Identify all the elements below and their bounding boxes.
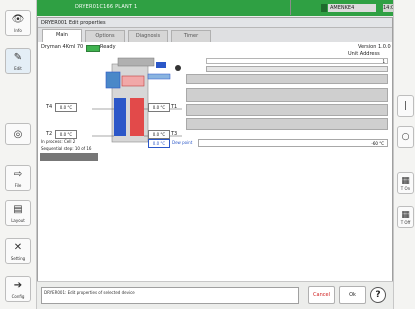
pencil-icon: ✎ [13,52,23,63]
setting-label: Setting [10,256,26,261]
status-message: DRYER001: Edit properties of selected de… [41,287,299,304]
power-off-button[interactable]: ○ [397,126,414,148]
timer-off-icon: ▦ [401,210,410,220]
alarm-button[interactable]: ◎ [5,123,31,145]
bottom-bar: DRYER001: Edit properties of selected de… [37,281,393,309]
t4-label: T4 [46,104,53,110]
trend-bar-3 [186,104,388,116]
dew-point-field: -60 °C [198,139,388,147]
device-model-label: Dryman 4Kml 70 [41,44,84,50]
user-icon [321,4,327,12]
unit-address-label: Unit Address [348,51,380,57]
edit-button[interactable]: ✎ Edit [5,48,31,74]
info-button[interactable]: 👁 Info [5,10,31,36]
cold-cell [114,98,126,136]
t3-value: 0.0 °C [148,130,170,139]
document-icon: ▤ [13,204,23,215]
fan-motor [175,65,181,71]
power-off-icon: ○ [401,132,410,142]
t1-value: 0.0 °C [148,103,170,112]
right-toolbar: | ○ ▦ T On ▦ T Off [393,0,415,309]
in-process-text: In process: Cell 2 [41,139,76,144]
eye-icon: 👁 [11,14,25,25]
left-toolbar: 👁 Info ✎ Edit ◎ ⇨ File ▤ Layout ✕ Settin… [0,0,37,309]
blower-unit [105,71,121,89]
timer-on-button[interactable]: ▦ T On [397,172,414,194]
cancel-button[interactable]: Cancel [308,286,335,304]
tab-main[interactable]: Main [42,29,82,42]
file-label: File [14,183,22,188]
tab-diagnosis[interactable]: Diagnosis [128,30,168,42]
trend-bar-2 [186,88,388,102]
t1-label: T1 [171,104,178,110]
heater-block [121,75,145,87]
power-on-icon: | [403,101,408,111]
hot-cell [130,98,144,136]
ready-status: Ready [100,44,116,50]
tab-bar: Main Options Diagnosis Timer [38,28,392,42]
layout-label: Layout [11,218,25,223]
user-field[interactable]: AMENKE4 [328,4,376,12]
edit-label: Edit [14,66,22,71]
dew-value: 0.0 °C [148,139,170,148]
dew-point-label: Dew point [172,140,193,145]
t4-value: 0.0 °C [55,103,77,112]
titlebar-divider [290,0,291,15]
login-icon: ➔ [13,280,23,291]
timer-off-button[interactable]: ▦ T Off [397,206,414,228]
trend-bar-4 [186,118,388,130]
t3-label: T3 [171,131,178,137]
trend-bar-1 [186,74,388,84]
setting-button[interactable]: ✕ Setting [5,238,31,264]
timer-on-label: T On [400,186,411,191]
sequence-step-text: Sequential step: 10 of 16 [41,146,92,151]
edit-properties-dialog: DRYER001 Edit properties Main Options Di… [37,17,393,293]
timer-off-label: T Off [400,220,411,225]
info-label: Info [14,28,22,33]
t2-value: 0.0 °C [55,130,77,139]
help-button[interactable]: ? [370,287,386,303]
outlet-pipe [147,73,171,80]
window-titlebar: DRYER01C166 PLANT 1 AMENKE4 14:03:21 [37,0,405,16]
ok-button[interactable]: Ok [339,286,366,304]
tab-options[interactable]: Options [85,30,125,42]
config-button[interactable]: ➔ Config [5,276,31,302]
timer-on-icon: ▦ [401,176,410,186]
tools-icon: ✕ [13,242,23,253]
config-label: Config [11,294,25,299]
file-button[interactable]: ⇨ File [5,165,31,191]
version-text: Version 1.0.0 [358,44,391,50]
tab-timer[interactable]: Timer [171,30,211,42]
file-icon: ⇨ [13,169,23,180]
ready-indicator [86,45,100,52]
layout-button[interactable]: ▤ Layout [5,200,31,226]
top-duct [117,57,155,67]
info-field-1 [206,66,388,72]
dialog-title: DRYER001 Edit properties [38,18,392,28]
window-title: DRYER01C166 PLANT 1 [75,4,138,10]
t2-label: T2 [46,131,53,137]
unit-address-field[interactable]: 1 [206,58,388,64]
power-on-button[interactable]: | [397,95,414,117]
alarm-icon: ◎ [13,129,23,140]
sequence-progress [40,153,98,161]
filter [156,62,166,68]
